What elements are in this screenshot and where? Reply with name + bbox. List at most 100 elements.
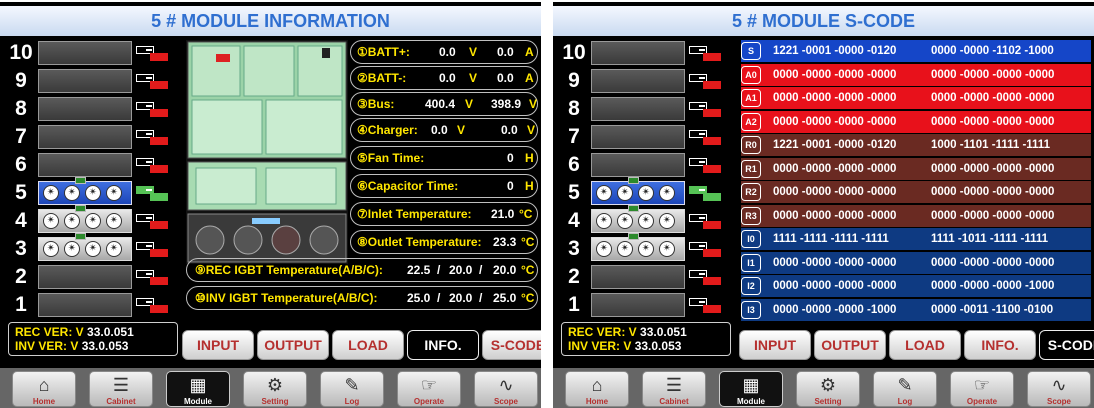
inlet-temperature-row: ⑦Inlet Temperature: 21.0 °C	[350, 202, 538, 226]
s-code-tag: I1	[741, 253, 761, 272]
s-code-tag: A1	[741, 89, 761, 107]
batt-plus-current-unit: A	[525, 45, 534, 59]
nav-module-button[interactable]: ▦ Module	[166, 371, 230, 407]
s-code-value-1: 0000 -0000 -0000 -0000	[773, 68, 897, 81]
module-icon: ▦	[189, 375, 207, 395]
module-slot[interactable]: 2	[6, 264, 176, 290]
bus-voltage-2: 398.9	[491, 97, 522, 111]
fan-icon: ✴	[617, 185, 633, 201]
module-slot[interactable]: 8	[559, 96, 729, 122]
nav-module-button[interactable]: ▦ Module	[719, 371, 783, 407]
nav-operate-button[interactable]: ☞ Operate	[397, 371, 461, 407]
fan-icon: ✴	[64, 213, 80, 229]
s-code-value-2: 0000 -0000 -0000 -0000	[931, 186, 1055, 198]
module-slot[interactable]: 9	[559, 68, 729, 94]
nav-cabinet-button[interactable]: ☰ Cabinet	[642, 371, 706, 407]
s-code-value-1: 0000 -0000 -0000 -0000	[773, 92, 897, 104]
module-status-box	[38, 293, 132, 317]
fan-icon: ✴	[43, 213, 59, 229]
outlet-temperature-row: ⑧Outlet Temperature: 23.3 °C	[350, 230, 538, 254]
switch-icon	[136, 72, 170, 90]
module-slot[interactable]: 4 ✴ ✴ ✴ ✴	[559, 205, 729, 234]
slot-number: 10	[562, 41, 586, 64]
module-slot[interactable]: 6	[559, 152, 729, 178]
module-slot[interactable]: 4 ✴ ✴ ✴ ✴	[6, 205, 176, 234]
module-status-box	[591, 125, 685, 149]
s-code-value-1: 1221 -0001 -0000 -0120	[773, 139, 897, 151]
fan-icon: ✴	[596, 213, 612, 229]
module-status-box: ✴ ✴ ✴ ✴	[38, 205, 132, 233]
module-slot[interactable]: 3 ✴ ✴ ✴ ✴	[559, 233, 729, 262]
tab-s-code[interactable]: S-CODE	[1039, 330, 1094, 360]
s-code-row: R2 0000 -0000 -0000 -0000 0000 -0000 -0000…	[741, 181, 1091, 203]
bus-row: ③Bus: 400.4 V 398.9 V	[350, 92, 538, 116]
switch-icon	[136, 100, 170, 118]
tab-info[interactable]: INFO.	[407, 330, 479, 360]
module-slot[interactable]: 3 ✴ ✴ ✴ ✴	[6, 233, 176, 262]
nav-cabinet-button[interactable]: ☰ Cabinet	[89, 371, 153, 407]
nav-setting-button[interactable]: ⚙ Setting	[243, 371, 307, 407]
tab-info[interactable]: INFO.	[964, 330, 1036, 360]
module-slot[interactable]: 10	[559, 40, 729, 66]
inv-igbt-label: ⑩INV IGBT Temperature(A/B/C):	[195, 291, 378, 305]
module-slot[interactable]: 7	[559, 124, 729, 150]
module-slot[interactable]: 6	[6, 152, 176, 178]
fan-icon: ✴	[64, 241, 80, 257]
tab-s-code[interactable]: S-CODE	[482, 330, 541, 360]
fan-icon: ✴	[659, 241, 675, 257]
tab-bar: INPUT OUTPUT LOAD INFO. S-CODE	[739, 330, 1094, 360]
s-code-tag: A2	[741, 112, 761, 131]
fan-icon: ✴	[638, 213, 654, 229]
fan-icon: ✴	[596, 241, 612, 257]
tab-input[interactable]: INPUT	[182, 330, 254, 360]
module-slot[interactable]: 5 ✴ ✴ ✴ ✴	[6, 177, 176, 206]
slot-number: 3	[15, 237, 27, 260]
nav-home-button[interactable]: ⌂ Home	[565, 371, 629, 407]
nav-scope-button[interactable]: ∿ Scope	[474, 371, 538, 407]
s-code-row: R3 0000 -0000 -0000 -0000 0000 -0000 -0000…	[741, 204, 1091, 227]
tab-load[interactable]: LOAD	[332, 330, 404, 360]
bottom-nav: ⌂ Home ☰ Cabinet ▦ Module ⚙ Setting ✎ Log ☞ Operate…	[553, 368, 1094, 408]
tab-input[interactable]: INPUT	[739, 330, 811, 360]
module-slot[interactable]: 1	[559, 292, 729, 318]
tab-output[interactable]: OUTPUT	[257, 330, 329, 360]
nav-label: Scope	[1046, 397, 1071, 406]
inv-igbt-unit: °C	[521, 291, 535, 305]
module-slot[interactable]: 8	[6, 96, 176, 122]
capacitor-time-label: ⑥Capacitor Time:	[357, 179, 459, 193]
tab-output[interactable]: OUTPUT	[814, 330, 886, 360]
module-indicator-icon	[628, 233, 639, 240]
fan-icon: ✴	[638, 185, 654, 201]
nav-setting-button[interactable]: ⚙ Setting	[796, 371, 860, 407]
module-slot[interactable]: 9	[6, 68, 176, 94]
fan-icon: ✴	[43, 241, 59, 257]
module-slot[interactable]: 1	[6, 292, 176, 318]
fan-icon: ✴	[85, 185, 101, 201]
s-code-value-1: 0000 -0000 -0000 -0000	[773, 162, 897, 175]
nav-home-button[interactable]: ⌂ Home	[12, 371, 76, 407]
module-slot[interactable]: 5 ✴ ✴ ✴ ✴	[559, 177, 729, 206]
nav-scope-button[interactable]: ∿ Scope	[1027, 371, 1091, 407]
module-indicator-icon	[628, 177, 639, 184]
inv-igbt-temperature-row: ⑩INV IGBT Temperature(A/B/C): 25.0 / 20.…	[186, 286, 538, 310]
charger-label: ④Charger:	[357, 123, 418, 137]
tab-load[interactable]: LOAD	[889, 330, 961, 360]
cabinet-icon: ☰	[665, 375, 683, 395]
module-status-box: ✴ ✴ ✴ ✴	[591, 233, 685, 261]
module-slot[interactable]: 7	[6, 124, 176, 150]
module-slot[interactable]: 10	[6, 40, 176, 66]
module-status-box: ✴ ✴ ✴ ✴	[591, 177, 685, 205]
nav-log-button[interactable]: ✎ Log	[873, 371, 937, 407]
switch-icon	[689, 100, 723, 118]
s-code-row: I2 0000 -0000 -0000 -0000 0000 -0000 -0000…	[741, 275, 1091, 297]
rec-igbt-label: ⑨REC IGBT Temperature(A/B/C):	[195, 263, 383, 277]
s-code-tag: I2	[741, 277, 761, 295]
nav-operate-button[interactable]: ☞ Operate	[950, 371, 1014, 407]
module-status-box	[591, 97, 685, 121]
module-slot[interactable]: 2	[559, 264, 729, 290]
charger-value-2: 0.0	[501, 123, 518, 137]
fan-time-row: ⑤Fan Time: 0 H	[350, 146, 538, 170]
module-status-box	[591, 69, 685, 93]
nav-log-button[interactable]: ✎ Log	[320, 371, 384, 407]
nav-label: Log	[344, 397, 360, 406]
